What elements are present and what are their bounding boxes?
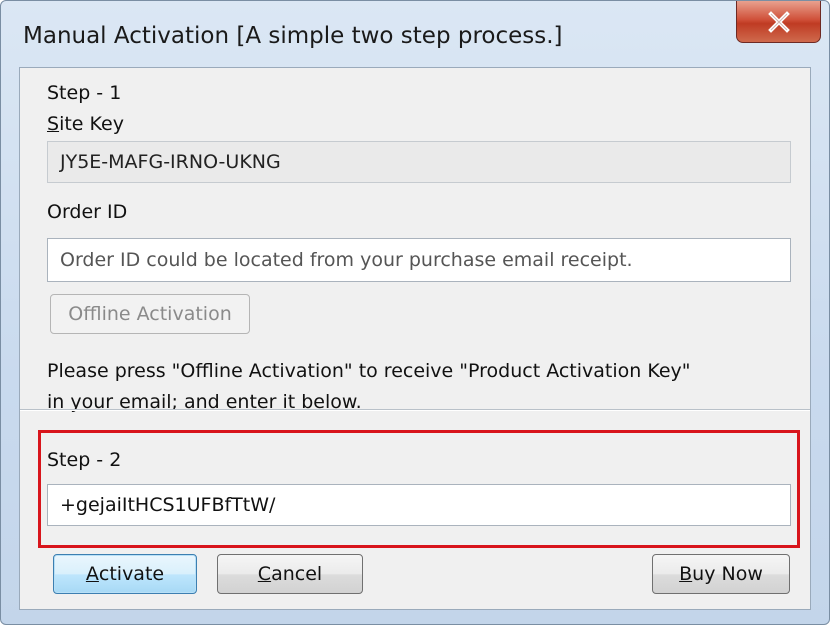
buy-now-button[interactable]: Buy Now <box>652 554 790 594</box>
window-title: Manual Activation [A simple two step pro… <box>23 23 563 49</box>
buy-now-label-mnemonic: B <box>679 563 693 585</box>
cancel-button[interactable]: Cancel <box>217 554 363 594</box>
buy-now-label-rest: uy Now <box>692 563 763 585</box>
close-button[interactable] <box>736 1 821 43</box>
order-id-input[interactable] <box>47 238 791 282</box>
offline-activation-button[interactable]: Offline Activation <box>50 294 250 334</box>
section-divider <box>20 409 810 411</box>
order-id-label: Order ID <box>47 201 128 223</box>
cancel-label-mnemonic: C <box>257 563 272 585</box>
step-1-heading: Step - 1 <box>47 82 122 104</box>
activation-key-input[interactable] <box>47 484 791 526</box>
activate-button[interactable]: Activate <box>53 554 197 594</box>
title-bar[interactable]: Manual Activation [A simple two step pro… <box>1 1 829 67</box>
activate-label-mnemonic: A <box>85 563 99 585</box>
site-key-label: Site Key <box>47 113 124 135</box>
instructions-line-1: Please press "Offline Activation" to rec… <box>47 360 691 382</box>
activate-label-rest: ctivate <box>98 563 165 585</box>
step-2-heading: Step - 2 <box>47 449 122 471</box>
site-key-label-mnemonic: S <box>47 113 60 135</box>
close-icon <box>767 10 790 33</box>
dialog-window: Manual Activation [A simple two step pro… <box>0 0 830 625</box>
cancel-label-rest: ancel <box>271 563 323 585</box>
dialog-body: Step - 1 Site Key JY5E-MAFG-IRNO-UKNG Or… <box>19 67 811 610</box>
site-key-field: JY5E-MAFG-IRNO-UKNG <box>47 141 791 183</box>
site-key-label-rest: ite Key <box>59 113 124 135</box>
